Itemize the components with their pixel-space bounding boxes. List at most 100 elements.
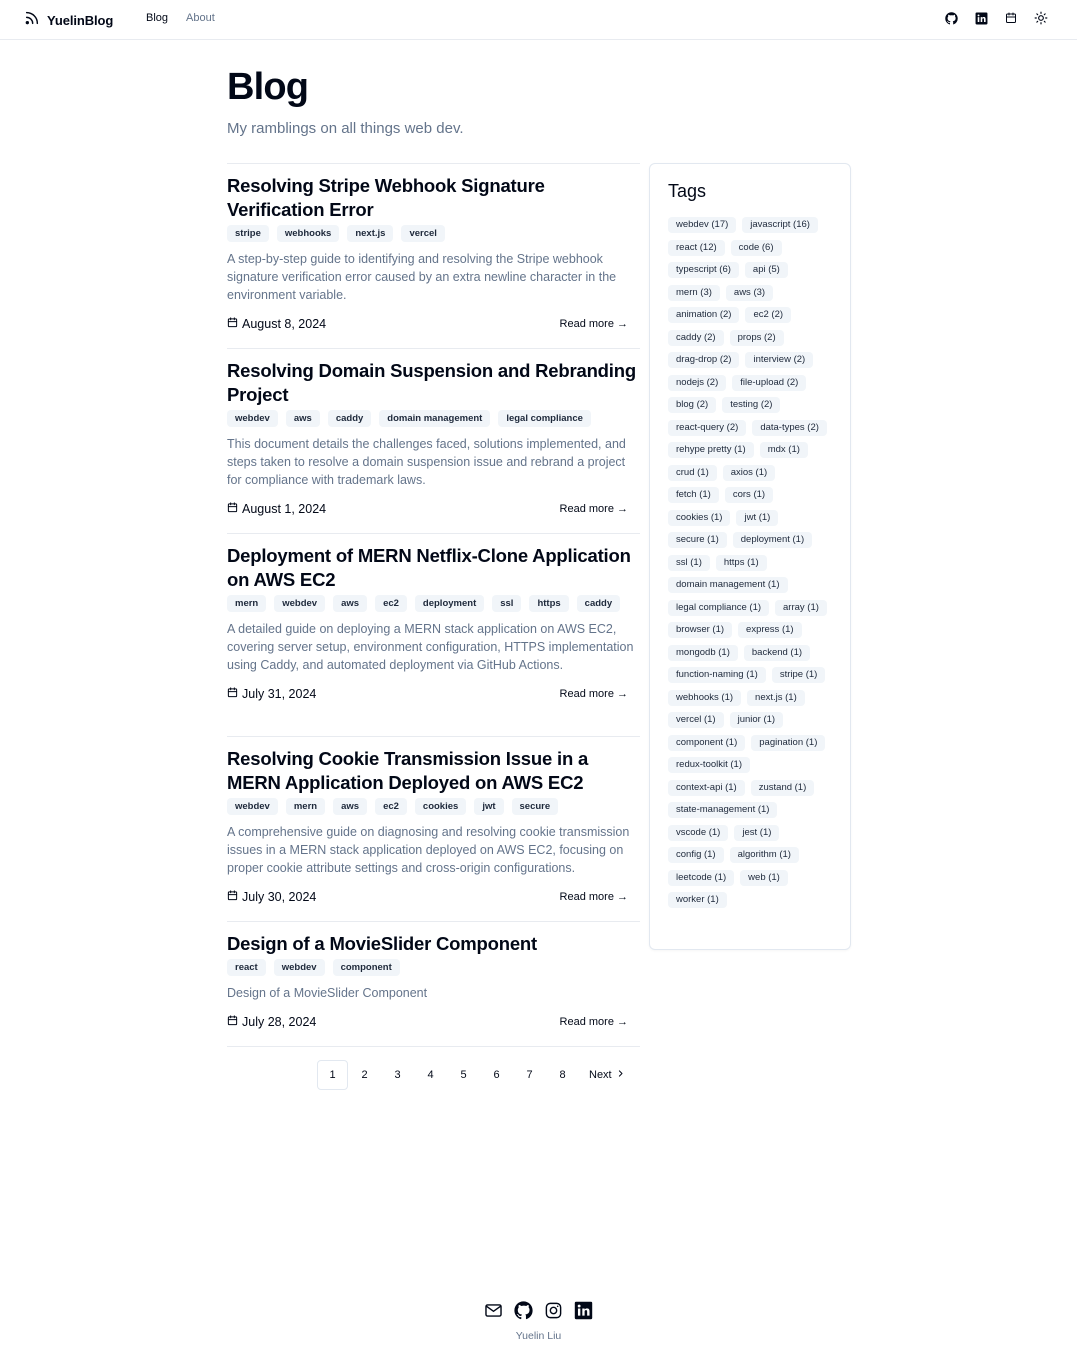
- sidebar-tag[interactable]: mongodb (1): [668, 644, 738, 661]
- sidebar-tag[interactable]: fetch (1): [668, 487, 719, 503]
- sidebar-tag[interactable]: redux-toolkit (1): [668, 757, 750, 773]
- sidebar-tag[interactable]: component (1): [668, 734, 746, 751]
- post-tag[interactable]: next.js: [347, 225, 394, 242]
- sidebar-tag[interactable]: deployment (1): [732, 532, 813, 548]
- sidebar-tag[interactable]: webhooks (1): [668, 689, 742, 706]
- sidebar-tag[interactable]: cookies (1): [668, 509, 731, 526]
- linkedin-icon[interactable]: [973, 10, 989, 26]
- calendar-icon[interactable]: [1003, 10, 1019, 26]
- sidebar-tag[interactable]: axios (1): [722, 464, 776, 481]
- post-tag[interactable]: ssl: [492, 595, 522, 612]
- post-tag[interactable]: deployment: [414, 595, 485, 612]
- instagram-icon[interactable]: [544, 1300, 564, 1320]
- sidebar-tag[interactable]: ssl (1): [668, 554, 710, 571]
- post-tag[interactable]: mern: [227, 595, 267, 612]
- sidebar-tag[interactable]: aws (3): [725, 284, 774, 301]
- sidebar-tag[interactable]: typescript (6): [668, 262, 739, 278]
- read-more-link[interactable]: Read more →: [560, 688, 628, 700]
- post-tag[interactable]: webhooks: [276, 225, 340, 242]
- sidebar-tag[interactable]: interview (2): [745, 352, 814, 368]
- post-tag[interactable]: component: [332, 959, 400, 976]
- sidebar-tag[interactable]: legal compliance (1): [668, 599, 770, 616]
- post-tag[interactable]: aws: [285, 410, 320, 427]
- sidebar-tag[interactable]: ec2 (2): [745, 307, 792, 323]
- post-title-link[interactable]: Design of a MovieSlider Component: [227, 932, 640, 956]
- sidebar-tag[interactable]: testing (2): [722, 397, 781, 413]
- page-4-button[interactable]: 4: [414, 1060, 447, 1090]
- post-tag[interactable]: cookies: [414, 798, 467, 815]
- read-more-link[interactable]: Read more →: [560, 318, 628, 330]
- sidebar-tag[interactable]: junior (1): [729, 712, 784, 728]
- post-tag[interactable]: legal compliance: [498, 410, 591, 427]
- read-more-link[interactable]: Read more →: [560, 503, 628, 515]
- sidebar-tag[interactable]: file-upload (2): [732, 374, 807, 391]
- sidebar-tag[interactable]: data-types (2): [752, 419, 827, 436]
- page-8-button[interactable]: 8: [546, 1060, 579, 1090]
- sidebar-tag[interactable]: code (6): [730, 239, 782, 256]
- sidebar-tag[interactable]: jwt (1): [736, 509, 779, 526]
- post-tag[interactable]: aws: [333, 798, 368, 815]
- sidebar-tag[interactable]: array (1): [775, 599, 827, 616]
- sidebar-tag[interactable]: rehype pretty (1): [668, 442, 754, 458]
- post-title-link[interactable]: Resolving Domain Suspension and Rebrandi…: [227, 359, 640, 407]
- sidebar-tag[interactable]: worker (1): [668, 892, 727, 908]
- sidebar-tag[interactable]: vercel (1): [668, 712, 724, 728]
- post-tag[interactable]: webdev: [273, 959, 325, 976]
- nav-about[interactable]: About: [186, 12, 215, 24]
- sidebar-tag[interactable]: mern (3): [668, 284, 720, 301]
- sidebar-tag[interactable]: leetcode (1): [668, 869, 735, 886]
- post-tag[interactable]: https: [529, 595, 569, 612]
- post-tag[interactable]: ec2: [375, 595, 407, 612]
- post-tag[interactable]: stripe: [227, 225, 269, 242]
- sidebar-tag[interactable]: web (1): [740, 869, 788, 886]
- post-tag[interactable]: jwt: [474, 798, 504, 815]
- sun-icon[interactable]: [1033, 10, 1049, 26]
- post-tag[interactable]: secure: [511, 798, 559, 815]
- next-page-button[interactable]: Next: [579, 1060, 635, 1090]
- github-icon[interactable]: [943, 10, 959, 26]
- sidebar-tag[interactable]: blog (2): [668, 397, 717, 413]
- page-6-button[interactable]: 6: [480, 1060, 513, 1090]
- post-tag[interactable]: vercel: [401, 225, 445, 242]
- sidebar-tag[interactable]: crud (1): [668, 464, 717, 481]
- post-tag[interactable]: aws: [333, 595, 368, 612]
- read-more-link[interactable]: Read more →: [560, 1016, 628, 1028]
- post-tag[interactable]: ec2: [375, 798, 407, 815]
- sidebar-tag[interactable]: pagination (1): [751, 734, 826, 751]
- page-2-button[interactable]: 2: [348, 1060, 381, 1090]
- sidebar-tag[interactable]: animation (2): [668, 307, 740, 323]
- sidebar-tag[interactable]: backend (1): [743, 644, 811, 661]
- mail-icon[interactable]: [484, 1300, 504, 1320]
- sidebar-tag[interactable]: context-api (1): [668, 779, 745, 796]
- page-7-button[interactable]: 7: [513, 1060, 546, 1090]
- sidebar-tag[interactable]: express (1): [738, 622, 802, 638]
- sidebar-tag[interactable]: zustand (1): [750, 779, 815, 796]
- post-tag[interactable]: mern: [285, 798, 326, 815]
- post-title-link[interactable]: Resolving Cookie Transmission Issue in a…: [227, 747, 640, 795]
- sidebar-tag[interactable]: config (1): [668, 847, 724, 863]
- sidebar-tag[interactable]: domain management (1): [668, 577, 788, 593]
- github-icon[interactable]: [514, 1300, 534, 1320]
- post-tag[interactable]: react: [227, 959, 266, 976]
- nav-blog[interactable]: Blog: [146, 12, 168, 24]
- post-title-link[interactable]: Resolving Stripe Webhook Signature Verif…: [227, 174, 640, 222]
- sidebar-tag[interactable]: jest (1): [734, 824, 780, 841]
- sidebar-tag[interactable]: api (5): [744, 262, 788, 278]
- post-tag[interactable]: caddy: [576, 595, 621, 612]
- post-tag[interactable]: webdev: [274, 595, 326, 612]
- sidebar-tag[interactable]: caddy (2): [668, 329, 724, 346]
- sidebar-tag[interactable]: webdev (17): [668, 217, 737, 233]
- linkedin-icon[interactable]: [574, 1300, 594, 1320]
- sidebar-tag[interactable]: function-naming (1): [668, 667, 766, 683]
- sidebar-tag[interactable]: state-management (1): [668, 802, 778, 818]
- sidebar-tag[interactable]: cors (1): [724, 487, 774, 503]
- post-tag[interactable]: domain management: [379, 410, 491, 427]
- sidebar-tag[interactable]: drag-drop (2): [668, 352, 740, 368]
- sidebar-tag[interactable]: react (12): [668, 239, 725, 256]
- sidebar-tag[interactable]: secure (1): [668, 532, 727, 548]
- sidebar-tag[interactable]: props (2): [729, 329, 784, 346]
- sidebar-tag[interactable]: next.js (1): [747, 689, 805, 706]
- page-5-button[interactable]: 5: [447, 1060, 480, 1090]
- sidebar-tag[interactable]: nodejs (2): [668, 374, 727, 391]
- post-tag[interactable]: caddy: [327, 410, 372, 427]
